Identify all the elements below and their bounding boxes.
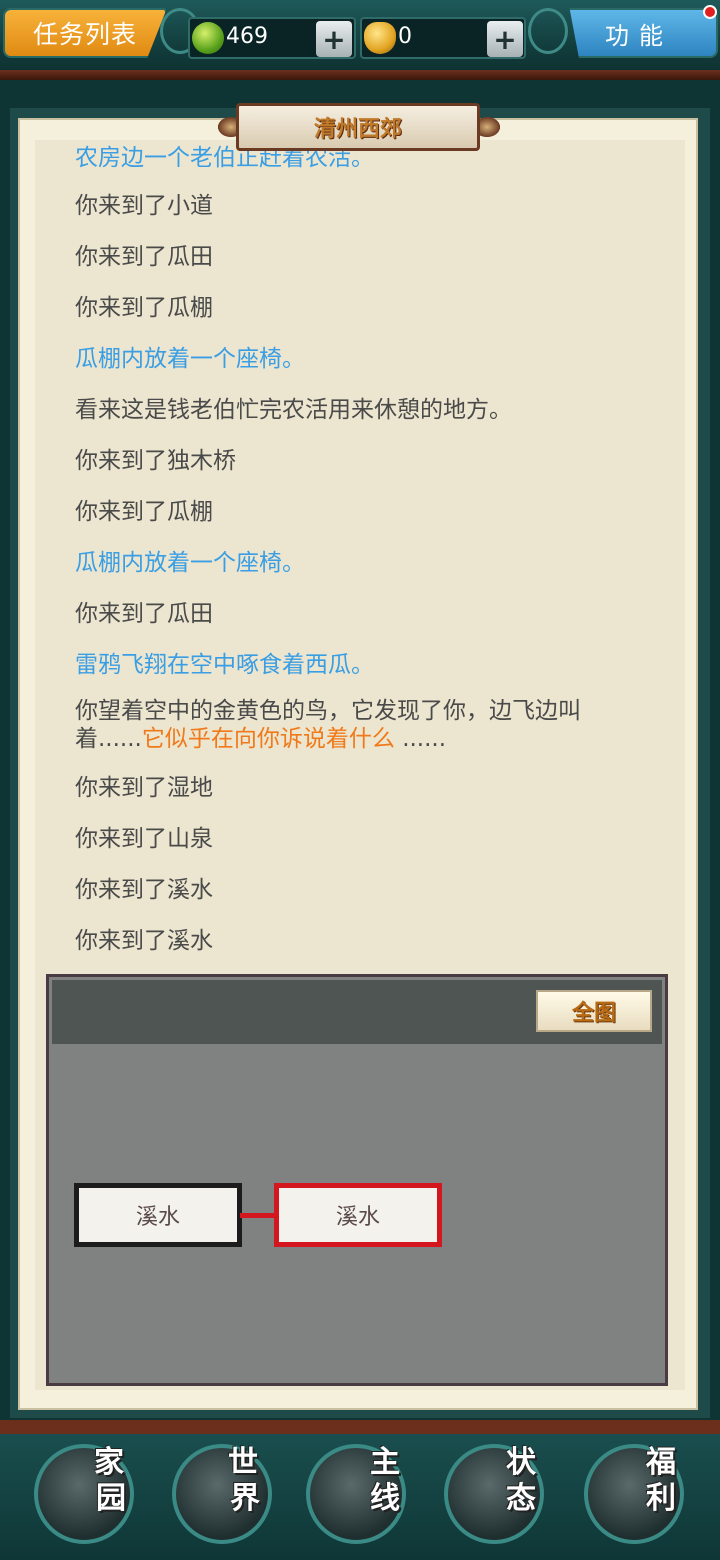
log-highlight: 它似乎在向你诉说着什么 [141, 726, 395, 752]
log-line: 瓜棚内放着一个座椅。 [75, 346, 305, 372]
log-line: 你来到了山泉 [75, 826, 213, 852]
log-line: 你来到了瓜田 [75, 244, 213, 270]
log-line: 瓜棚内放着一个座椅。 [75, 550, 305, 576]
gold-ingot-icon [364, 22, 396, 54]
log-line: 你来到了瓜棚 [75, 499, 213, 525]
log-line: 你来到了湿地 [75, 775, 213, 801]
log-line: 你来到了小道 [75, 193, 213, 219]
nav-welfare[interactable]: 福 利 [584, 1434, 718, 1552]
nav-label-top: 主 [370, 1445, 400, 1480]
log-line: 你来到了溪水 [75, 928, 213, 954]
log-line-multi: 你望着空中的金黄色的鸟，它发现了你，边飞边叫着......它似乎在向你诉说着什么… [75, 697, 635, 753]
message-log[interactable]: 农房边一个老伯正赶着农活。 你来到了小道 你来到了瓜田 你来到了瓜棚 瓜棚内放着… [35, 140, 685, 970]
add-jade-button[interactable]: + [316, 21, 352, 57]
map-node[interactable]: 溪水 [74, 1183, 242, 1247]
ornament-right [528, 8, 568, 54]
nav-label-bottom: 态 [506, 1481, 536, 1516]
log-line: 你来到了溪水 [75, 877, 213, 903]
log-line: 你来到了独木桥 [75, 448, 236, 474]
nav-label-bottom: 园 [96, 1481, 126, 1516]
nav-world[interactable]: 世 界 [172, 1434, 306, 1552]
jade-count: 469 [226, 24, 268, 49]
jade-icon [192, 22, 224, 54]
log-line: 你来到了瓜棚 [75, 295, 213, 321]
function-button[interactable]: 功能 [569, 8, 718, 58]
map-node-label: 溪水 [335, 1205, 380, 1230]
map-node-current[interactable]: 溪水 [274, 1183, 442, 1247]
task-list-button[interactable]: 任务列表 [3, 8, 167, 58]
map-path [240, 1213, 276, 1218]
nav-label-top: 福 [646, 1445, 676, 1480]
nav-label-bottom: 界 [230, 1481, 260, 1516]
map-node-label: 溪水 [135, 1205, 180, 1230]
nav-status[interactable]: 状 态 [444, 1434, 578, 1552]
gold-count: 0 [398, 24, 412, 49]
nav-main-quest[interactable]: 主 线 [306, 1434, 440, 1552]
add-gold-button[interactable]: + [487, 21, 523, 57]
log-line: 雷鸦飞翔在空中啄食着西瓜。 [75, 652, 374, 678]
nav-home[interactable]: 家 园 [34, 1434, 168, 1552]
log-tail: ...... [402, 726, 447, 752]
location-title: 清州西郊 [236, 103, 480, 151]
log-line: 看来这是钱老伯忙完农活用来休憩的地方。 [75, 397, 512, 423]
nav-label-top: 家 [94, 1445, 124, 1480]
nav-label-bottom: 利 [646, 1481, 676, 1516]
notification-dot-icon [703, 5, 717, 19]
full-map-button[interactable]: 全图 [536, 990, 652, 1032]
nav-label-bottom: 线 [370, 1481, 400, 1516]
nav-label-top: 世 [228, 1445, 258, 1480]
log-line: 你来到了瓜田 [75, 601, 213, 627]
nav-label-top: 状 [506, 1445, 536, 1480]
